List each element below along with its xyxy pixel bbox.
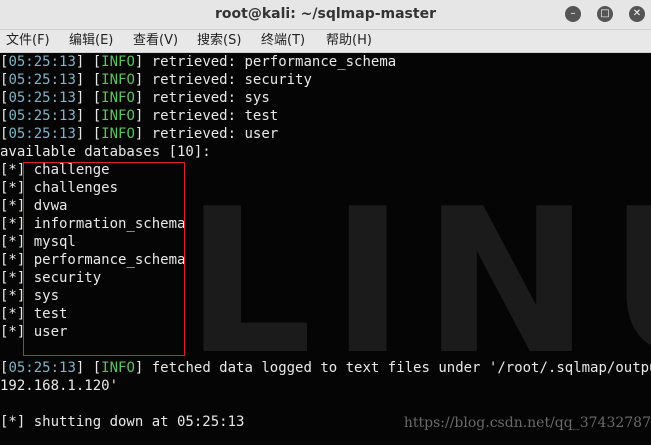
log-timestamp: 05:25:13 <box>8 126 76 142</box>
log-message: retrieved: test <box>143 108 279 124</box>
log-message: retrieved: sys <box>143 90 270 106</box>
log-level: INFO <box>101 72 135 88</box>
log-level: INFO <box>101 360 135 376</box>
log-timestamp: 05:25:13 <box>8 72 76 88</box>
menu-bar: 文件(F) 编辑(E) 查看(V) 搜索(S) 终端(T) 帮助(H) <box>0 30 651 53</box>
log-line: [05:25:13] [INFO] retrieved: test <box>0 108 279 124</box>
title-bar[interactable]: root@kali: ~/sqlmap-master – □ ✕ <box>0 0 651 30</box>
menu-file[interactable]: 文件(F) <box>6 30 50 52</box>
minimize-button[interactable]: – <box>565 6 581 22</box>
log-timestamp: 05:25:13 <box>8 54 76 70</box>
log-line: [05:25:13] [INFO] retrieved: security <box>0 72 312 88</box>
menu-search[interactable]: 搜索(S) <box>197 30 241 52</box>
log-level: INFO <box>101 54 135 70</box>
shutdown-line: [*] shutting down at 05:25:13 <box>0 414 245 430</box>
log-line: [05:25:13] [INFO] retrieved: performance… <box>0 54 397 70</box>
maximize-button[interactable]: □ <box>597 6 613 22</box>
terminal-window: root@kali: ~/sqlmap-master – □ ✕ 文件(F) 编… <box>0 0 651 445</box>
log-level: INFO <box>101 126 135 142</box>
log-timestamp: 05:25:13 <box>8 90 76 106</box>
menu-edit[interactable]: 编辑(E) <box>69 30 113 52</box>
window-title: root@kali: ~/sqlmap-master <box>215 6 436 22</box>
close-button[interactable]: ✕ <box>629 6 645 22</box>
desktop-background-logo: LINU <box>185 166 651 399</box>
csdn-watermark: https://blog.csdn.net/qq_37432787 <box>403 415 651 431</box>
terminal-output[interactable]: LINU [05:25:13] [INFO] retrieved: perfor… <box>0 53 651 445</box>
log-message: retrieved: security <box>143 72 312 88</box>
menu-help[interactable]: 帮助(H) <box>326 30 372 52</box>
log-line: [05:25:13] [INFO] retrieved: sys <box>0 90 270 106</box>
log-message: fetched data logged to text files under … <box>143 360 651 376</box>
log-message: retrieved: user <box>143 126 279 142</box>
databases-header: available databases [10]: <box>0 144 211 160</box>
log-line: [05:25:13] [INFO] retrieved: user <box>0 126 279 142</box>
log-timestamp: 05:25:13 <box>8 360 76 376</box>
highlight-box <box>23 162 185 356</box>
log-message: retrieved: performance_schema <box>143 54 397 70</box>
menu-view[interactable]: 查看(V) <box>133 30 178 52</box>
log-level: INFO <box>101 90 135 106</box>
log-timestamp: 05:25:13 <box>8 108 76 124</box>
menu-terminal[interactable]: 终端(T) <box>261 30 305 52</box>
log-level: INFO <box>101 108 135 124</box>
log-line-continued: 192.168.1.120' <box>0 378 119 394</box>
log-line: [05:25:13] [INFO] fetched data logged to… <box>0 359 651 377</box>
